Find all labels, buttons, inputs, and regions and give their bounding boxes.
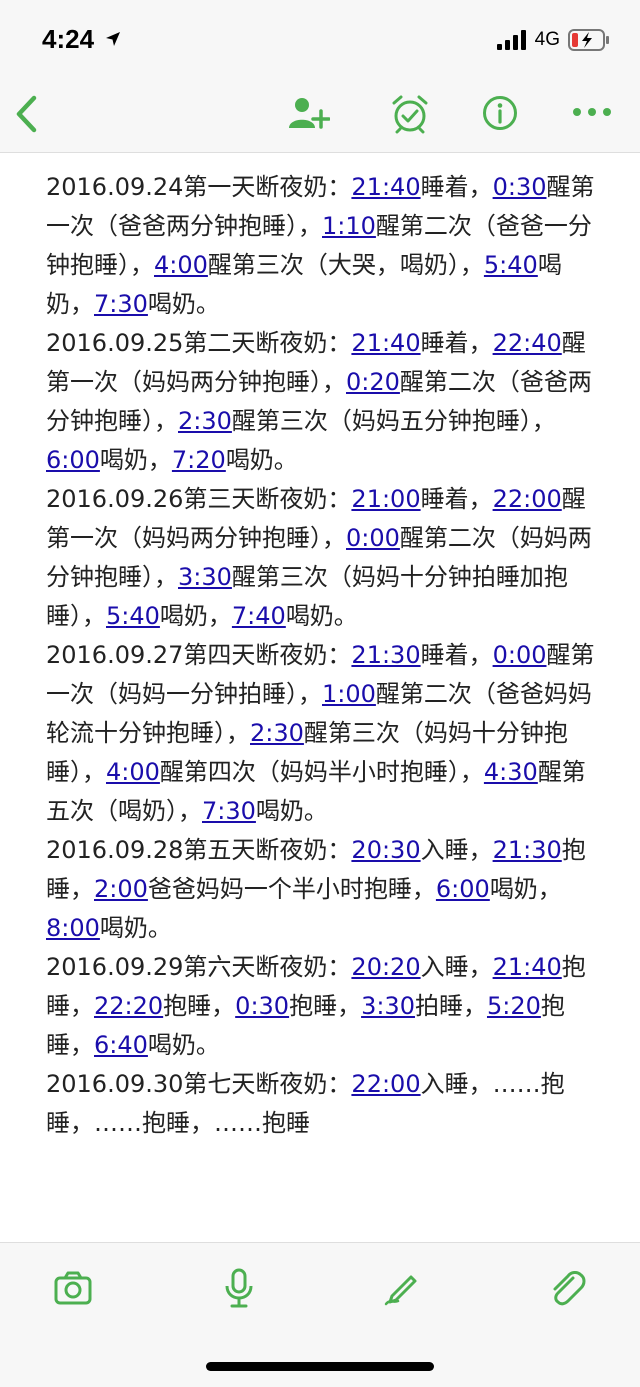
time-link[interactable]: 22:00: [493, 485, 562, 513]
entry-text: 2016.09.27第四天断夜奶：: [46, 641, 352, 669]
entry-text: 喝奶，: [489, 875, 562, 903]
time-link[interactable]: 21:00: [351, 485, 420, 513]
time-link[interactable]: 21:40: [351, 329, 420, 357]
add-contact-icon[interactable]: [288, 96, 330, 132]
entry-text: 喝奶。: [99, 914, 172, 942]
time-link[interactable]: 20:30: [351, 836, 420, 864]
note-entry: 2016.09.25第二天断夜奶：21:40睡着，22:40醒第一次（妈妈两分钟…: [46, 324, 606, 480]
entry-text: 睡着，: [420, 173, 493, 201]
entry-text: 喝奶。: [255, 797, 328, 825]
time-link[interactable]: 21:30: [351, 641, 420, 669]
entry-text: 喝奶。: [147, 290, 220, 318]
time-link[interactable]: 7:30: [94, 290, 148, 318]
time-link[interactable]: 6:00: [46, 446, 100, 474]
note-toolbar: [0, 80, 640, 153]
time-link[interactable]: 1:00: [322, 680, 376, 708]
entry-text: 2016.09.24第一天断夜奶：: [46, 173, 352, 201]
home-indicator: [206, 1362, 434, 1371]
note-entry: 2016.09.26第三天断夜奶：21:00睡着，22:00醒第一次（妈妈两分钟…: [46, 480, 606, 636]
time-link[interactable]: 22:20: [94, 992, 163, 1020]
note-entry: 2016.09.29第六天断夜奶：20:20入睡，21:40抱睡，22:20抱睡…: [46, 948, 606, 1065]
time-link[interactable]: 6:40: [94, 1031, 148, 1059]
note-entry: 2016.09.28第五天断夜奶：20:30入睡，21:30抱睡，2:00爸爸妈…: [46, 831, 606, 948]
time-link[interactable]: 21:40: [493, 953, 562, 981]
time-link[interactable]: 0:30: [493, 173, 547, 201]
note-entry: 2016.09.27第四天断夜奶：21:30睡着，0:00醒第一次（妈妈一分钟拍…: [46, 636, 606, 831]
time-link[interactable]: 2:00: [94, 875, 148, 903]
entry-text: 喝奶。: [147, 1031, 220, 1059]
time-link[interactable]: 3:30: [361, 992, 415, 1020]
time-link[interactable]: 6:00: [436, 875, 490, 903]
entry-text: 2016.09.26第三天断夜奶：: [46, 485, 352, 513]
time-link[interactable]: 5:40: [106, 602, 160, 630]
entry-text: 睡着，: [420, 485, 493, 513]
info-icon[interactable]: [482, 95, 518, 131]
entry-text: 2016.09.25第二天断夜奶：: [46, 329, 352, 357]
entry-text: 喝奶，: [159, 602, 232, 630]
back-chevron-icon[interactable]: [12, 94, 40, 134]
signal-bars-icon: [496, 30, 526, 50]
time-link[interactable]: 0:00: [493, 641, 547, 669]
time-link[interactable]: 21:40: [351, 173, 420, 201]
note-body[interactable]: 2016.09.24第一天断夜奶：21:40睡着，0:30醒第一次（爸爸两分钟抱…: [46, 168, 606, 1242]
entry-text: 拍睡，: [414, 992, 487, 1020]
entry-text: 2016.09.30第七天断夜奶：: [46, 1070, 352, 1098]
entry-text: 抱睡，: [163, 992, 236, 1020]
time-link[interactable]: 4:30: [484, 758, 538, 786]
entry-text: 醒第四次（妈妈半小时抱睡），: [159, 758, 484, 786]
entry-text: 2016.09.28第五天断夜奶：: [46, 836, 352, 864]
entry-text: 入睡，: [420, 953, 493, 981]
entry-text: 2016.09.29第六天断夜奶：: [46, 953, 352, 981]
time-link[interactable]: 2:30: [178, 407, 232, 435]
network-type: 4G: [534, 29, 560, 50]
status-bar: 4:24 4G: [0, 0, 640, 80]
time-link[interactable]: 7:30: [202, 797, 256, 825]
entry-text: 醒第三次（妈妈五分钟抱睡），: [231, 407, 556, 435]
time-link[interactable]: 0:30: [235, 992, 289, 1020]
battery-charging-icon: [568, 29, 609, 51]
pen-icon[interactable]: [384, 1269, 422, 1307]
voice-note-icon[interactable]: [222, 1267, 256, 1309]
time-link[interactable]: 0:20: [346, 368, 400, 396]
time-link[interactable]: 5:20: [487, 992, 541, 1020]
note-entry: 2016.09.30第七天断夜奶：22:00入睡，……抱睡，……抱睡，……抱睡: [46, 1065, 606, 1143]
location-arrow-icon: [106, 32, 120, 46]
time-link[interactable]: 3:30: [178, 563, 232, 591]
time-link[interactable]: 20:20: [351, 953, 420, 981]
more-dots-icon[interactable]: [572, 106, 612, 118]
status-indicators: 4G: [496, 28, 610, 52]
entry-text: 喝奶，: [99, 446, 172, 474]
entry-text: 睡着，: [420, 329, 493, 357]
time-link[interactable]: 2:30: [250, 719, 304, 747]
alarm-clock-icon[interactable]: [391, 94, 429, 134]
time-link[interactable]: 7:40: [232, 602, 286, 630]
entry-text: 醒第三次（大哭，喝奶），: [207, 251, 484, 279]
time-link[interactable]: 22:00: [351, 1070, 420, 1098]
entry-text: 睡着，: [420, 641, 493, 669]
time-link[interactable]: 7:20: [172, 446, 226, 474]
attachment-icon[interactable]: [548, 1269, 586, 1309]
time-link[interactable]: 1:10: [322, 212, 376, 240]
entry-text: 喝奶。: [225, 446, 298, 474]
entry-text: 入睡，: [420, 836, 493, 864]
time-link[interactable]: 4:00: [106, 758, 160, 786]
time-link[interactable]: 4:00: [154, 251, 208, 279]
status-time: 4:24: [42, 24, 95, 54]
note-entry: 2016.09.24第一天断夜奶：21:40睡着，0:30醒第一次（爸爸两分钟抱…: [46, 168, 606, 324]
time-link[interactable]: 5:40: [484, 251, 538, 279]
entry-text: 喝奶。: [285, 602, 358, 630]
time-link[interactable]: 22:40: [493, 329, 562, 357]
entry-text: 爸爸妈妈一个半小时抱睡，: [147, 875, 436, 903]
time-link[interactable]: 21:30: [493, 836, 562, 864]
camera-icon[interactable]: [54, 1271, 92, 1305]
time-link[interactable]: 0:00: [346, 524, 400, 552]
entry-text: 抱睡，: [289, 992, 362, 1020]
time-link[interactable]: 8:00: [46, 914, 100, 942]
